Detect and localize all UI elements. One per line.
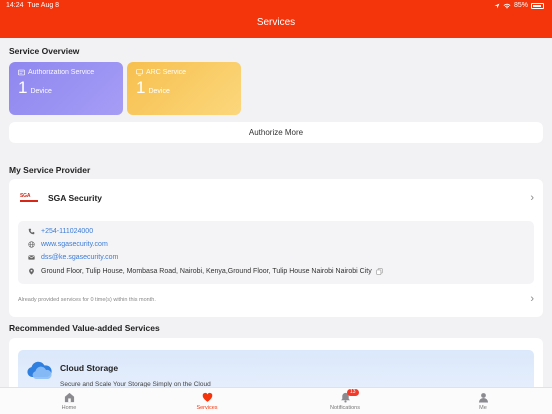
cloud-storage-title: Cloud Storage — [60, 363, 119, 373]
arc-service-card[interactable]: ARC Service 1 Device — [127, 62, 241, 115]
wifi-icon — [503, 3, 511, 9]
service-provider-title: My Service Provider — [9, 165, 91, 175]
status-bar: 14:24 Tue Aug 8 85% — [0, 0, 552, 12]
card-name: ARC Service — [146, 69, 187, 76]
card-header: ARC Service — [136, 69, 232, 76]
tab-services[interactable]: Services — [138, 388, 276, 414]
provider-header[interactable]: SGA SGA Security › — [9, 179, 543, 217]
device-count: 1 — [18, 78, 28, 97]
battery-icon — [531, 2, 544, 9]
card-header: Authorization Service — [18, 69, 114, 76]
status-right: 85% — [494, 2, 544, 9]
tab-home[interactable]: Home — [0, 388, 138, 414]
home-icon — [64, 392, 74, 403]
location-pin-icon — [27, 267, 35, 275]
provider-name: SGA Security — [48, 193, 103, 203]
device-unit: Device — [148, 88, 170, 95]
phone-icon — [27, 227, 35, 235]
chevron-right-icon[interactable]: › — [530, 293, 534, 305]
globe-icon — [27, 240, 35, 248]
contact-info-box: +254-111024000 www.sgasecurity.com dss@k… — [18, 221, 534, 284]
sga-logo: SGA — [20, 194, 38, 203]
notification-badge: 13 — [347, 389, 359, 396]
page-title: Services — [256, 17, 296, 28]
copy-icon[interactable] — [376, 267, 383, 275]
top-header: 14:24 Tue Aug 8 85% Services — [0, 0, 552, 38]
email-link[interactable]: dss@ke.sgasecurity.com — [41, 254, 118, 261]
phone-number[interactable]: +254-111024000 — [41, 228, 93, 235]
device-unit: Device — [30, 88, 52, 95]
address-text: Ground Floor, Tulip House, Mombasa Road,… — [41, 267, 372, 275]
monitor-icon — [136, 69, 143, 76]
id-card-icon — [18, 69, 25, 76]
tab-notifications[interactable]: 13 Notifications — [276, 388, 414, 414]
authorization-service-card[interactable]: Authorization Service 1 Device — [9, 62, 123, 115]
location-icon — [494, 3, 500, 8]
service-count-note: Already provided services for 0 time(s) … — [18, 297, 156, 303]
status-time: 14:24 Tue Aug 8 — [6, 2, 60, 9]
cloud-icon — [27, 361, 52, 379]
authorize-more-button[interactable]: Authorize More — [9, 122, 543, 143]
mail-icon — [27, 253, 35, 261]
heart-icon — [202, 392, 212, 402]
battery-percent: 85% — [513, 2, 528, 9]
person-icon — [478, 393, 488, 403]
address-row: Ground Floor, Tulip House, Mombasa Road,… — [27, 267, 383, 275]
bottom-tab-bar: Home Services 13 Notifications Me — [0, 387, 552, 414]
tab-me[interactable]: Me — [414, 388, 552, 414]
email-row[interactable]: dss@ke.sgasecurity.com — [27, 253, 118, 261]
service-overview-title: Service Overview — [9, 46, 80, 56]
website-link[interactable]: www.sgasecurity.com — [41, 241, 108, 248]
card-name: Authorization Service — [28, 69, 95, 76]
chevron-right-icon: › — [530, 192, 534, 204]
website-row[interactable]: www.sgasecurity.com — [27, 240, 108, 248]
device-count: 1 — [136, 78, 146, 97]
service-provider-card: SGA SGA Security › +254-111024000 www.sg… — [9, 179, 543, 317]
phone-row[interactable]: +254-111024000 — [27, 227, 93, 235]
recommended-title: Recommended Value-added Services — [9, 323, 160, 333]
